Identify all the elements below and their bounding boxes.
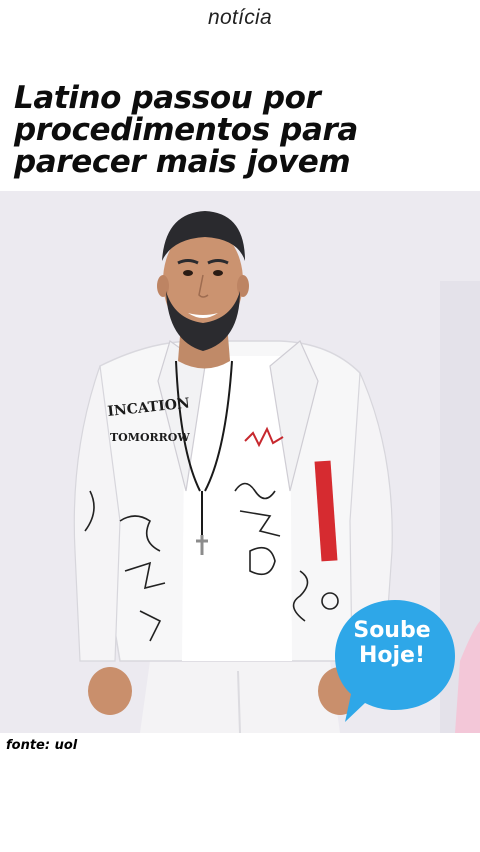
article-headline: Latino passou por procedimentos para par… [14,80,358,180]
category-label: notícia [208,6,272,29]
jacket-print-text: TOMORROW [110,431,190,444]
source-credit: fonte: uol [6,738,78,753]
badge-line-1: Soube [353,618,431,643]
badge-line-2: Hoje! [358,643,426,668]
badge-text: Soube Hoje! [333,618,451,668]
